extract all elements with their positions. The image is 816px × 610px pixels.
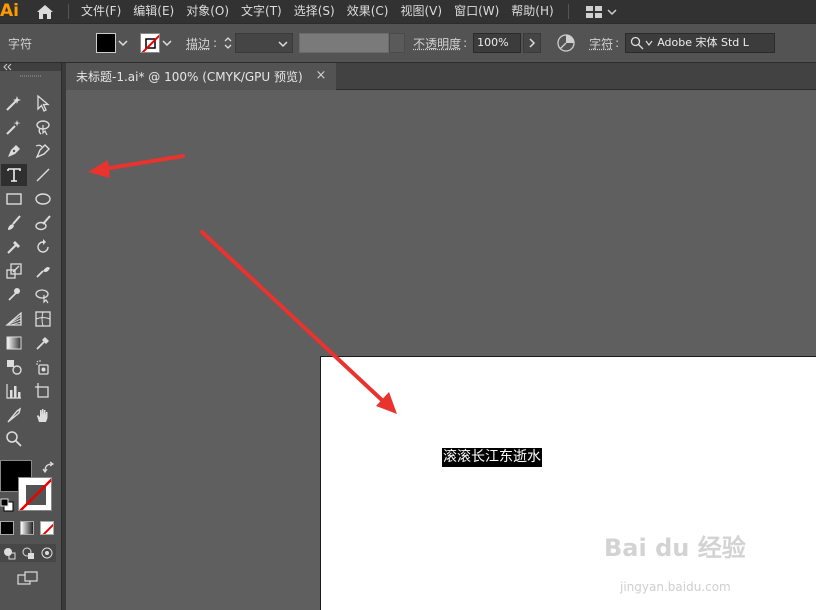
selected-text-object[interactable]: 滚滚长江东逝水 (442, 448, 542, 467)
swap-colors-icon[interactable] (42, 460, 56, 474)
scale-tool-icon[interactable] (1, 260, 27, 282)
font-family-field[interactable]: Adobe 宋体 Std L (625, 33, 776, 53)
opacity-expand-button[interactable] (523, 33, 542, 53)
none-mode-button[interactable] (40, 521, 54, 535)
direct-selection-icon[interactable] (30, 92, 56, 114)
menu-window[interactable]: 窗口(W) (448, 0, 505, 23)
recolor-icon[interactable] (555, 32, 577, 54)
menu-type[interactable]: 文字(T) (235, 0, 288, 23)
workspace-grid-icon[interactable] (585, 5, 617, 19)
font-family-value: Adobe 宋体 Std L (657, 36, 749, 49)
eraser-tool-icon[interactable] (1, 236, 27, 258)
chevron-down-icon (607, 8, 617, 15)
panel-label: 字符 (8, 36, 33, 51)
search-icon (631, 36, 644, 50)
mesh-tool-icon[interactable] (30, 308, 56, 330)
document-tab-title: 未标题-1.ai* @ 100% (CMYK/GPU 预览) (76, 70, 303, 84)
menu-file[interactable]: 文件(F) (75, 0, 127, 23)
watermark-url: jingyan.baidu.com (620, 580, 731, 594)
stroke-color-swatch[interactable] (18, 477, 52, 511)
zoom-tool-icon[interactable] (1, 428, 27, 450)
toolbar-grip[interactable] (0, 71, 61, 81)
line-segment-icon[interactable] (30, 164, 56, 186)
menu-help[interactable]: 帮助(H) (505, 0, 559, 23)
chevron-down-icon (162, 40, 172, 47)
default-colors-icon[interactable] (0, 497, 14, 512)
tools-panel (0, 63, 62, 610)
artboard-tool-icon[interactable] (30, 380, 56, 402)
magic-wand-icon[interactable] (1, 116, 27, 138)
stroke-weight-stepper[interactable] (221, 33, 235, 53)
document-tab-bar: 未标题-1.ai* @ 100% (CMYK/GPU 预览) × (66, 63, 816, 90)
menu-separator (567, 4, 569, 19)
menu-bar: Ai 文件(F) 编辑(E) 对象(O) 文字(T) 选择(S) 效果(C) 视… (0, 0, 816, 23)
paintbrush-icon[interactable] (1, 212, 27, 234)
blend-tool-icon[interactable] (1, 356, 27, 378)
watermark-brand: Bai du 经验 (604, 534, 746, 562)
opacity-colon: : (463, 36, 468, 50)
illustrator-window: Ai 文件(F) 编辑(E) 对象(O) 文字(T) 选择(S) 效果(C) 视… (0, 0, 816, 610)
menu-effect[interactable]: 效果(C) (341, 0, 395, 23)
stroke-label[interactable]: 描边 (186, 35, 210, 52)
chevron-down-icon (645, 40, 653, 46)
magic-wand-plus-icon[interactable] (1, 92, 27, 114)
document-tab[interactable]: 未标题-1.ai* @ 100% (CMYK/GPU 预览) × (66, 63, 336, 90)
gradient-tool-icon[interactable] (1, 332, 27, 354)
chevron-down-icon (278, 41, 288, 48)
home-icon[interactable] (30, 0, 60, 23)
stroke-weight-field[interactable] (235, 33, 294, 53)
color-mode-button[interactable] (0, 521, 14, 535)
menu-select[interactable]: 选择(S) (288, 0, 341, 23)
app-logo: Ai (0, 1, 19, 21)
toolbar-header[interactable] (0, 63, 61, 71)
type-tool-icon[interactable] (1, 164, 27, 186)
perspective-grid-icon[interactable] (1, 308, 27, 330)
fill-swatch[interactable] (96, 33, 116, 53)
stroke-dropdown[interactable] (160, 33, 174, 53)
opacity-label[interactable]: 不透明度 (413, 35, 461, 52)
puppet-warp-icon[interactable] (1, 284, 27, 306)
menu-object[interactable]: 对象(O) (180, 0, 235, 23)
symbol-sprayer-icon[interactable] (30, 356, 56, 378)
draw-normal-icon[interactable] (2, 546, 16, 560)
lasso-icon[interactable] (30, 116, 56, 138)
draw-behind-icon[interactable] (21, 546, 35, 560)
menu-edit[interactable]: 编辑(E) (127, 0, 180, 23)
eyedropper-icon[interactable] (30, 332, 56, 354)
artboard[interactable]: 滚滚长江东逝水 (320, 356, 816, 610)
column-graph-icon[interactable] (1, 380, 27, 402)
character-colon: : (615, 36, 620, 50)
curvature-tool-icon[interactable] (30, 140, 56, 162)
draw-inside-icon[interactable] (40, 546, 54, 560)
character-label[interactable]: 字符 (589, 35, 613, 52)
pen-tool-icon[interactable] (1, 140, 27, 162)
chevron-down-icon (118, 40, 128, 47)
hand-tool-icon[interactable] (30, 404, 56, 426)
rotate-tool-icon[interactable] (30, 236, 56, 258)
slice-tool-icon[interactable] (1, 404, 27, 426)
blob-brush-icon[interactable] (30, 212, 56, 234)
rectangle-tool-icon[interactable] (1, 188, 27, 210)
draw-modes (0, 544, 56, 562)
control-bar: 字符 描边 : 不透明度 : 100% 字符 : Adobe 宋体 Std L (0, 23, 816, 63)
brush-dropdown[interactable] (389, 33, 406, 53)
gradient-mode-button[interactable] (20, 521, 34, 535)
close-icon[interactable]: × (314, 69, 328, 83)
stroke-swatch[interactable] (140, 33, 160, 53)
chevron-right-icon (529, 38, 536, 48)
collapse-icon (3, 63, 12, 71)
ellipse-tool-icon[interactable] (30, 188, 56, 210)
stroke-colon: : (213, 36, 218, 50)
menu-separator (68, 4, 69, 19)
shape-builder-icon[interactable] (30, 284, 56, 306)
variable-width-profile[interactable] (299, 33, 390, 53)
screen-mode-icon[interactable] (16, 569, 40, 587)
menu-view[interactable]: 视图(V) (394, 0, 448, 23)
warp-tool-icon[interactable] (30, 260, 56, 282)
fill-dropdown[interactable] (116, 33, 130, 53)
opacity-input[interactable]: 100% (473, 33, 522, 53)
